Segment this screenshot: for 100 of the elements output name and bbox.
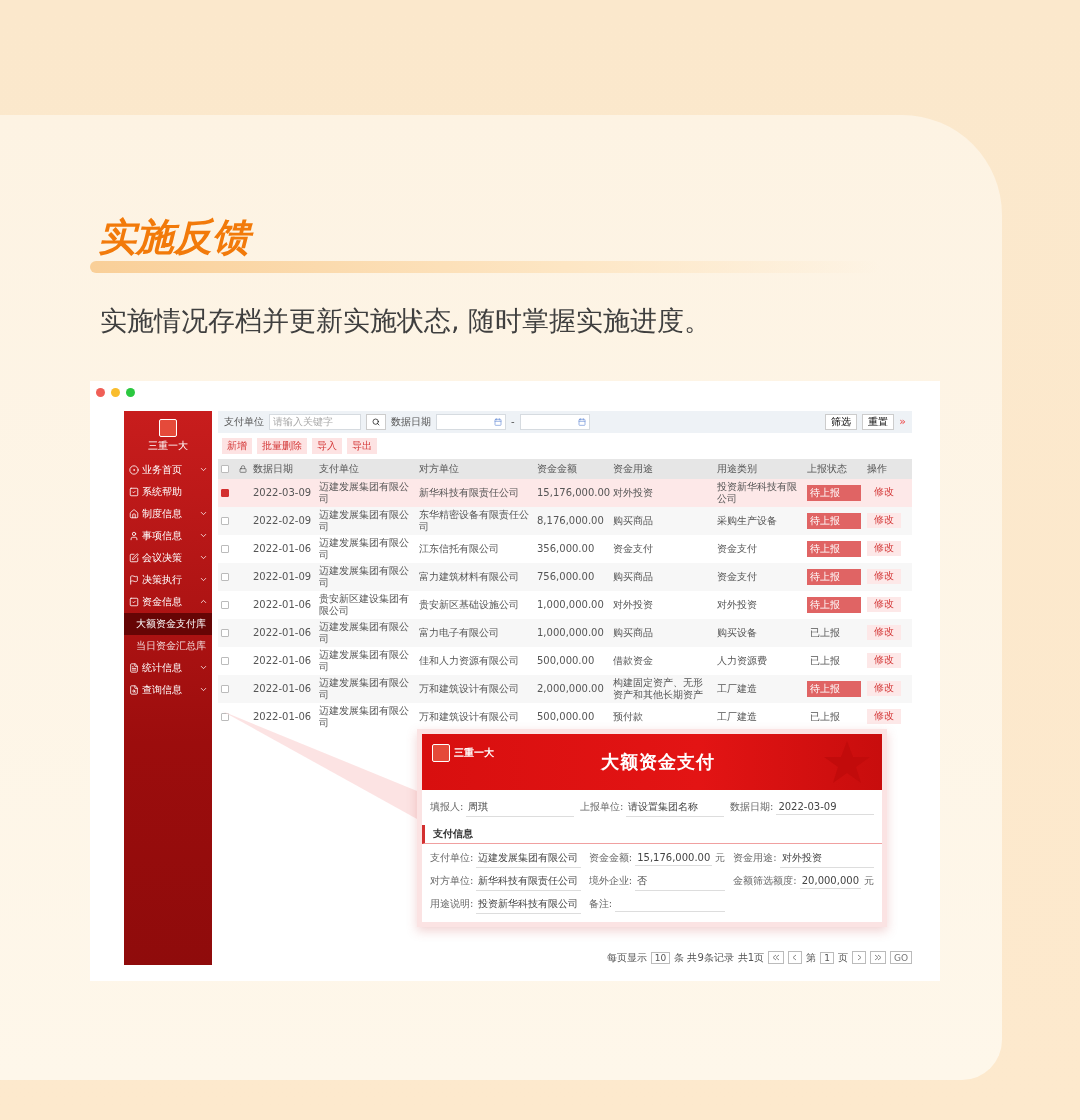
checkbox[interactable]: [221, 656, 229, 665]
field-label: 上报单位:: [580, 800, 624, 815]
double-chevron-left-icon: [772, 954, 781, 962]
sidebar-item[interactable]: 统计信息: [124, 656, 212, 679]
field-value[interactable]: 投资新华科技有限公司: [476, 894, 581, 914]
table-cell-text: 工厂建造: [716, 709, 758, 724]
status-label: 待上报: [807, 680, 861, 697]
field-value[interactable]: 迈建发展集团有限公司: [476, 848, 581, 868]
checkbox[interactable]: [221, 572, 229, 581]
maximize-dot-icon[interactable]: [126, 388, 135, 398]
sidebar-item[interactable]: 决策执行: [124, 568, 212, 591]
table-cell-text: 预付款: [612, 709, 644, 724]
table-cell-text: 迈建发展集团有限公司: [318, 535, 410, 562]
checkbox[interactable]: [221, 628, 229, 637]
status-label: 已上报: [809, 625, 841, 640]
expand-button[interactable]: »: [899, 415, 906, 429]
page-number-field[interactable]: 1: [820, 951, 834, 964]
column-header: 资金用途: [612, 461, 654, 476]
column-header: 数据日期: [252, 461, 294, 476]
sidebar-item[interactable]: 系统帮助: [124, 480, 212, 503]
table-cell-text: 购买商品: [612, 569, 654, 584]
keyword-field[interactable]: 请输入关键字: [269, 413, 361, 430]
edit-button[interactable]: 修改: [867, 625, 901, 641]
status-label: 已上报: [809, 653, 841, 668]
status-label: 已上报: [809, 709, 841, 724]
filter-button[interactable]: 筛选: [825, 413, 858, 430]
field-label: 境外企业:: [588, 874, 633, 889]
status-label: 待上报: [807, 512, 861, 529]
field-value[interactable]: 请设置集团名称: [626, 797, 724, 817]
table-cell-text: 迈建发展集团有限公司: [318, 563, 410, 590]
action-button[interactable]: 导出: [347, 437, 377, 454]
field-value[interactable]: 新华科技有限责任公司: [476, 871, 581, 891]
sidebar-item[interactable]: 会议决策: [124, 546, 212, 569]
date-field[interactable]: [436, 413, 506, 430]
checkbox-icon: [129, 486, 139, 497]
last-page-button[interactable]: [869, 951, 886, 965]
table-cell-text: 对外投资: [612, 485, 654, 500]
field-value[interactable]: 2022-03-09: [776, 799, 874, 816]
status-label: 待上报: [807, 484, 861, 501]
edit-button[interactable]: 修改: [867, 653, 901, 669]
field-label: 对方单位:: [430, 874, 474, 889]
table-cell-text: 1,000,000.00: [536, 625, 605, 640]
go-button[interactable]: GO: [889, 951, 912, 965]
table-cell-text: 2022-01-06: [252, 709, 313, 724]
field-label: 用途说明:: [430, 897, 474, 912]
circle-icon: [129, 464, 139, 475]
double-chevron-right-icon: [873, 954, 882, 962]
checkbox[interactable]: [221, 516, 229, 525]
sidebar-item[interactable]: 查询信息: [124, 678, 212, 701]
checkbox[interactable]: [221, 684, 229, 693]
checkbox[interactable]: [221, 600, 229, 609]
checkbox[interactable]: [221, 544, 229, 553]
first-page-button[interactable]: [768, 951, 785, 965]
sidebar-item[interactable]: 资金信息: [124, 590, 212, 613]
action-button[interactable]: 新增: [222, 437, 252, 454]
table-cell-text: 贵安新区建设集团有限公司: [318, 591, 410, 618]
search-button[interactable]: [366, 413, 386, 430]
minimize-dot-icon[interactable]: [111, 388, 120, 398]
checkbox[interactable]: [221, 488, 229, 497]
filter-button[interactable]: 重置: [862, 413, 895, 430]
logo-icon: [432, 743, 450, 762]
field-value[interactable]: 20,000,000: [799, 873, 861, 890]
table-cell-text: 东华精密设备有限责任公司: [418, 507, 530, 534]
edit-button[interactable]: 修改: [867, 541, 901, 557]
close-dot-icon[interactable]: [96, 388, 105, 398]
table-cell-text: 新华科技有限责任公司: [418, 485, 520, 500]
next-page-button[interactable]: [851, 951, 866, 965]
calendar-icon: [577, 417, 586, 426]
edit-button[interactable]: 修改: [867, 597, 901, 613]
table-cell-text: 2022-01-06: [252, 625, 313, 640]
field-value[interactable]: 15,176,000.00: [635, 850, 713, 867]
sidebar-subitem[interactable]: 当日资金汇总库: [124, 634, 212, 657]
field-value[interactable]: 否: [635, 871, 726, 891]
sidebar-item[interactable]: 制度信息: [124, 502, 212, 525]
field-value[interactable]: 周琪: [466, 797, 574, 817]
field-value[interactable]: 对外投资: [779, 848, 874, 868]
sidebar-subitem[interactable]: 大额资金支付库: [124, 612, 212, 635]
status-label: 待上报: [807, 540, 861, 557]
edit-button[interactable]: 修改: [867, 681, 901, 697]
table-cell-text: 借款资金: [612, 653, 654, 668]
page-size-field[interactable]: 10: [650, 951, 671, 964]
edit-button[interactable]: 修改: [867, 709, 901, 725]
edit-button[interactable]: 修改: [867, 513, 901, 529]
table-cell-text: 迈建发展集团有限公司: [318, 479, 410, 506]
previous-page-button[interactable]: [788, 951, 803, 965]
table-cell-text: 2022-01-06: [252, 653, 313, 668]
edit-button[interactable]: 修改: [867, 569, 901, 585]
column-header: 用途类别: [716, 461, 758, 476]
date-field[interactable]: [519, 413, 590, 430]
action-button[interactable]: 导入: [312, 437, 342, 454]
sidebar-item[interactable]: 业务首页: [124, 458, 212, 481]
status-label: 待上报: [807, 568, 861, 585]
checkbox[interactable]: [221, 464, 229, 473]
sidebar-item[interactable]: 事项信息: [124, 524, 212, 547]
table-cell-text: 迈建发展集团有限公司: [318, 507, 410, 534]
table-cell-text: 购买商品: [612, 625, 654, 640]
filter-label: 支付单位: [224, 414, 264, 429]
pen-icon: [129, 552, 139, 563]
action-button[interactable]: 批量删除: [257, 437, 307, 454]
status-label: 待上报: [807, 596, 861, 613]
